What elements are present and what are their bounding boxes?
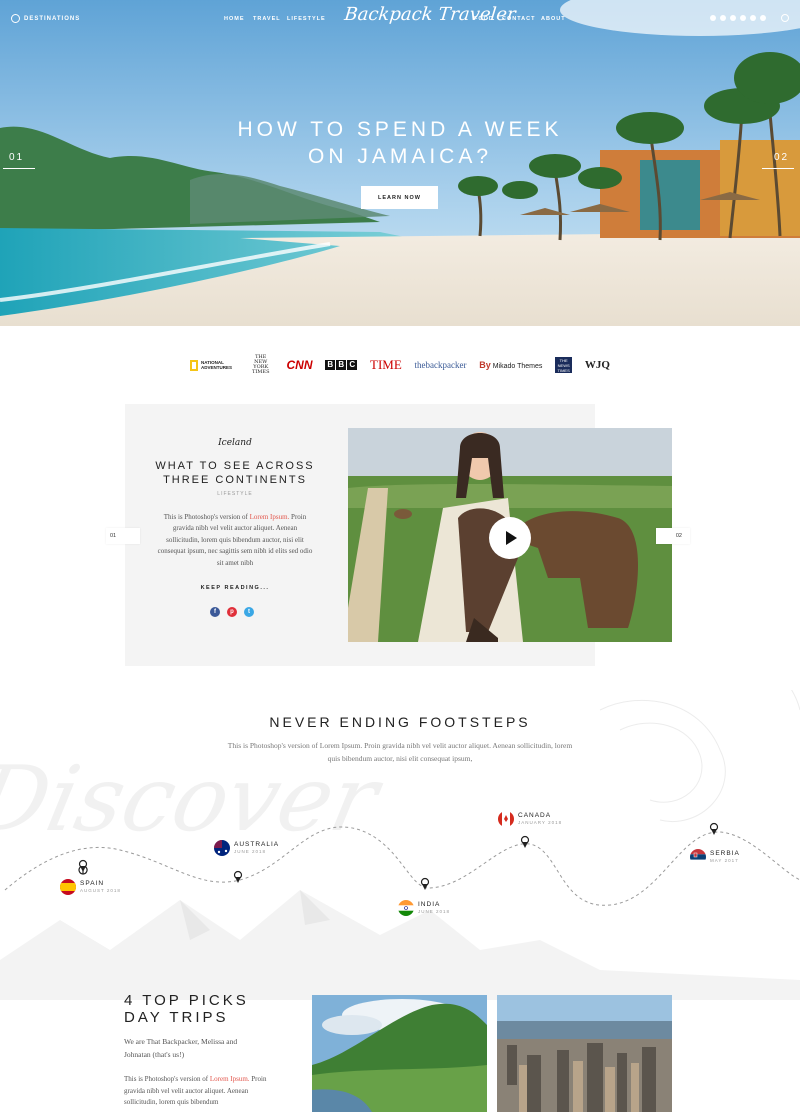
keep-reading-link[interactable]: KEEP READING... [140, 585, 330, 591]
destinations-button[interactable]: DESTINATIONS [11, 14, 80, 23]
footsteps-text: This is Photoshop's version of Lorem Ips… [227, 741, 573, 763]
mikado-label: Mikado Themes [492, 363, 543, 370]
share-buttons: f p t [210, 607, 254, 617]
location-canada[interactable]: CANADA JANUARY 2018 [498, 811, 562, 827]
hero-slider: DESTINATIONS HOME TRAVEL LIFESTYLE Backp… [0, 0, 800, 326]
picks-title-line2: DAY TRIPS [124, 1009, 229, 1026]
rss-icon[interactable] [750, 15, 756, 21]
location-date: MAY 2017 [710, 858, 739, 863]
location-name: SPAIN [80, 880, 105, 887]
picks-subtitle: We are That Backpacker, Melissa and John… [124, 1037, 238, 1059]
post-location-script: Iceland [218, 438, 252, 448]
search-icon[interactable] [781, 14, 789, 22]
india-flag-icon [398, 900, 414, 916]
cnn-logo[interactable]: CNN [287, 358, 313, 372]
travel-route-map [4, 822, 800, 906]
pick-card-city[interactable] [497, 995, 672, 1112]
location-name: INDIA [418, 901, 441, 908]
partner-logos: NATIONAL ADVENTURES THE NEW YORK TIMES C… [190, 355, 610, 375]
play-video-button[interactable] [489, 517, 531, 559]
natgeo-logo[interactable]: NATIONAL ADVENTURES [190, 359, 235, 371]
hero-prev-slide[interactable]: 01 [2, 152, 36, 169]
mikado-by: By [479, 360, 491, 370]
hero-title: HOW TO SPEND A WEEK ON JAMAICA? [0, 116, 800, 170]
location-name: AUSTRALIA [234, 841, 280, 848]
excerpt-link[interactable]: Lorem Ipsum. [250, 513, 290, 521]
pinterest-icon[interactable] [740, 15, 746, 21]
facebook-icon[interactable] [730, 15, 736, 21]
location-spain[interactable]: SPAIN AUGUST 2018 [60, 879, 121, 895]
post-title[interactable]: WHAT TO SEE ACROSS THREE CONTINENTS [140, 460, 330, 487]
location-name: CANADA [518, 812, 552, 819]
post-category[interactable]: LIFESTYLE [140, 491, 330, 497]
bbc-letter: B [336, 360, 347, 370]
picks-text: This is Photoshop's version of Lorem Ips… [124, 1074, 274, 1109]
nav-food[interactable]: FOOD [474, 16, 494, 22]
time-logo[interactable]: TIME [370, 357, 402, 373]
learn-now-button[interactable]: LEARN NOW [361, 186, 438, 209]
location-name: SERBIA [710, 850, 740, 857]
backpacker-logo[interactable]: thebackpacker [415, 360, 467, 370]
hero-next-slide[interactable]: 02 [761, 152, 795, 169]
nav-about[interactable]: ABOUT [541, 16, 566, 22]
instagram-icon[interactable] [710, 15, 716, 21]
nav-contact[interactable]: CONTACT [502, 16, 535, 22]
picks-title-line1: 4 TOP PICKS [124, 992, 249, 1009]
bbc-letter: C [347, 360, 358, 370]
australia-flag-icon [214, 840, 230, 856]
serbia-flag-icon [690, 849, 706, 865]
social-links [710, 15, 766, 21]
location-india[interactable]: INDIA JUNE 2018 [398, 900, 450, 916]
destinations-label: DESTINATIONS [24, 15, 81, 22]
excerpt-text: This is Photoshop's version of [163, 513, 250, 521]
bbc-logo[interactable]: BBC [325, 360, 358, 370]
twitter-share-icon[interactable]: t [244, 607, 254, 617]
pick-card-green-hills[interactable] [312, 995, 487, 1112]
youtube-icon[interactable] [760, 15, 766, 21]
spain-flag-icon [60, 879, 76, 895]
location-date: JUNE 2018 [234, 849, 267, 854]
natgeo-label: NATIONAL ADVENTURES [201, 360, 233, 370]
hero-title-line1: HOW TO SPEND A WEEK [237, 118, 563, 141]
green-hills-photo [312, 995, 487, 1112]
post-title-line1: WHAT TO SEE ACROSS [155, 460, 315, 472]
feature-next-slide[interactable]: 02 [656, 528, 690, 544]
feature-prev-slide[interactable]: 01 [106, 528, 140, 544]
top-navigation: DESTINATIONS HOME TRAVEL LIFESTYLE Backp… [0, 0, 800, 40]
nav-home[interactable]: HOME [224, 16, 245, 22]
location-date: JUNE 2018 [418, 909, 451, 914]
post-excerpt: This is Photoshop's version of Lorem Ips… [156, 512, 314, 569]
canada-flag-icon [498, 811, 514, 827]
location-date: JANUARY 2018 [518, 820, 563, 825]
city-skyline-photo [497, 995, 672, 1112]
nyt-logo[interactable]: THE NEW YORK TIMES [248, 355, 274, 375]
picks-title: 4 TOP PICKS DAY TRIPS [124, 992, 249, 1026]
location-australia[interactable]: AUSTRALIA JUNE 2018 [214, 840, 279, 856]
facebook-share-icon[interactable]: f [210, 607, 220, 617]
twitter-icon[interactable] [720, 15, 726, 21]
nav-lifestyle[interactable]: LIFESTYLE [287, 16, 326, 22]
site-logo[interactable]: Backpack Traveler [342, 4, 516, 34]
post-title-line2: THREE CONTINENTS [163, 473, 307, 486]
hero-title-line2: ON JAMAICA? [307, 145, 493, 168]
picks-link[interactable]: Lorem Ipsum. [210, 1075, 250, 1083]
globe-icon [11, 14, 20, 23]
excerpt-text-rest: Proin gravida nibh vel velit auctor aliq… [157, 513, 313, 567]
mikado-logo[interactable]: By Mikado Themes [479, 360, 542, 370]
location-date: AUGUST 2018 [80, 888, 121, 893]
location-serbia[interactable]: SERBIA MAY 2017 [690, 849, 740, 865]
wjq-logo[interactable]: WJQ [585, 359, 610, 371]
route-path [4, 826, 800, 906]
news-times-logo[interactable]: THE NEWS TIMES [555, 357, 573, 373]
picks-text-start: This is Photoshop's version of [124, 1075, 210, 1083]
pinterest-share-icon[interactable]: p [227, 607, 237, 617]
footsteps-title: NEVER ENDING FOOTSTEPS [269, 714, 531, 730]
natgeo-frame-icon [190, 359, 198, 371]
bbc-letter: B [325, 360, 336, 370]
nav-travel[interactable]: TRAVEL [253, 16, 281, 22]
